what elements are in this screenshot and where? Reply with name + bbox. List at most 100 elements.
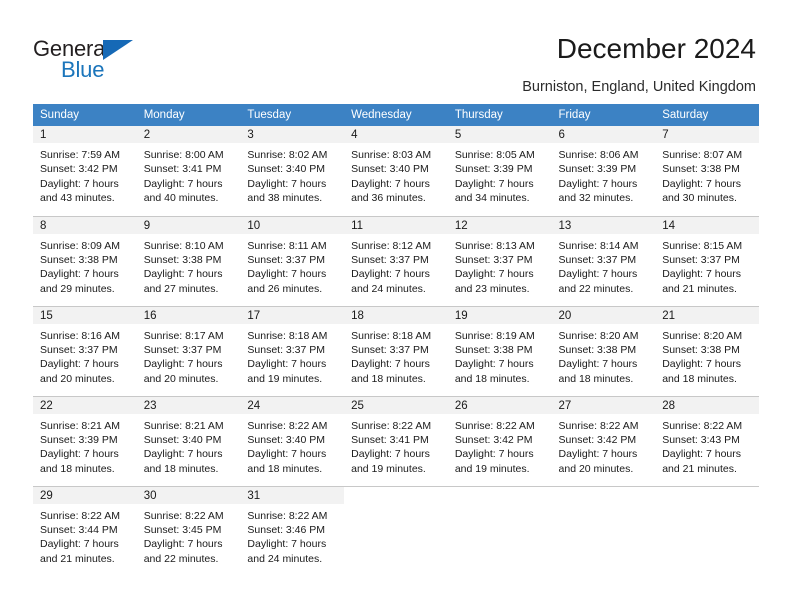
calendar-day-cell[interactable]: 17 Sunrise: 8:18 AM Sunset: 3:37 PM Dayligh… xyxy=(240,305,345,396)
calendar-day-cell[interactable]: 27 Sunrise: 8:22 AM Sunset: 3:42 PM Dayligh… xyxy=(551,395,656,486)
day-cell-inner xyxy=(551,486,656,576)
sunrise-text: Sunrise: 8:06 AM xyxy=(558,149,639,161)
weekday-header-saturday: Saturday xyxy=(655,104,759,126)
weekday-header-friday: Friday xyxy=(551,104,656,126)
sunrise-text: Sunrise: 8:16 AM xyxy=(40,329,120,342)
calendar-day-cell[interactable]: 9 Sunrise: 8:10 AM Sunset: 3:38 PM Daylight… xyxy=(136,215,241,306)
calendar-day-cell[interactable]: 8 Sunrise: 8:09 AM Sunset: 3:38 PM Daylight… xyxy=(33,215,137,306)
day-info: Sunrise: 8:18 AM Sunset: 3:37 PM Daylight:… xyxy=(240,324,344,387)
logo-text-blue: Blue xyxy=(61,57,105,82)
calendar-day-cell[interactable]: 25 Sunrise: 8:22 AM Sunset: 3:41 PM Dayligh… xyxy=(344,395,448,486)
daylight-text-line1: Daylight: 7 hours xyxy=(454,268,534,281)
calendar-day-cell[interactable]: 3 Sunrise: 8:02 AM Sunset: 3:40 PM Daylight… xyxy=(240,126,345,216)
calendar-day-cell[interactable]: 20 Sunrise: 8:20 AM Sunset: 3:38 PM Dayligh… xyxy=(551,305,656,396)
calendar-day-cell[interactable]: 31 Sunrise: 8:22 AM Sunset: 3:46 PM Dayligh… xyxy=(240,485,345,576)
calendar-day-cell[interactable]: 22 Sunrise: 8:21 AM Sunset: 3:39 PM Dayligh… xyxy=(33,395,137,486)
day-number: 3 xyxy=(240,126,345,143)
sunrise-text: Sunrise: 8:22 AM xyxy=(247,509,328,522)
day-info: Sunrise: 8:06 AM Sunset: 3:39 PM Daylight:… xyxy=(552,143,656,206)
daylight-text-line2: and 36 minutes. xyxy=(351,192,426,205)
page-header: General Blue December 2024 Burniston, En… xyxy=(0,0,792,100)
sunrise-text: Sunrise: 8:11 AM xyxy=(247,239,327,252)
day-info: Sunrise: 8:10 AM Sunset: 3:38 PM Daylight:… xyxy=(137,234,241,297)
day-number: 29 xyxy=(33,486,137,504)
daylight-text-line2: and 20 minutes. xyxy=(558,462,634,475)
daylight-text-line1: Daylight: 7 hours xyxy=(247,268,327,281)
daylight-text-line1: Daylight: 7 hours xyxy=(143,358,223,371)
sunrise-text: Sunrise: 8:22 AM xyxy=(662,419,743,432)
day-info: Sunrise: 8:03 AM Sunset: 3:40 PM Daylight:… xyxy=(344,143,448,206)
day-cell-inner: 17 Sunrise: 8:18 AM Sunset: 3:37 PM Dayligh… xyxy=(240,306,345,396)
day-cell-inner: 15 Sunrise: 8:16 AM Sunset: 3:37 PM Dayligh… xyxy=(33,306,137,396)
day-cell-inner: 26 Sunrise: 8:22 AM Sunset: 3:42 PM Dayligh… xyxy=(447,396,552,486)
day-info: Sunrise: 8:22 AM Sunset: 3:45 PM Daylight:… xyxy=(137,504,241,567)
calendar-page: General Blue December 2024 Burniston, En… xyxy=(0,0,792,612)
sunset-text: Sunset: 3:46 PM xyxy=(247,523,326,536)
day-cell-inner xyxy=(344,486,448,576)
daylight-text-line1: Daylight: 7 hours xyxy=(40,177,119,190)
daylight-text-line2: and 18 minutes. xyxy=(351,372,426,385)
daylight-text-line1: Daylight: 7 hours xyxy=(247,448,327,461)
calendar-day-cell[interactable]: 24 Sunrise: 8:22 AM Sunset: 3:40 PM Dayligh… xyxy=(240,395,345,486)
daylight-text-line1: Daylight: 7 hours xyxy=(558,177,638,190)
calendar-day-cell[interactable]: 1 Sunrise: 7:59 AM Sunset: 3:42 PM Daylight… xyxy=(33,126,137,216)
calendar-day-cell[interactable]: 13 Sunrise: 8:14 AM Sunset: 3:37 PM Dayligh… xyxy=(551,215,656,306)
calendar-day-cell[interactable]: 10 Sunrise: 8:11 AM Sunset: 3:37 PM Dayligh… xyxy=(240,215,345,306)
day-cell-inner xyxy=(655,486,759,576)
daylight-text-line1: Daylight: 7 hours xyxy=(143,538,223,551)
sunrise-text: Sunrise: 8:21 AM xyxy=(40,419,120,432)
daylight-text-line1: Daylight: 7 hours xyxy=(351,358,430,371)
daylight-text-line2: and 18 minutes. xyxy=(662,372,737,385)
day-info: Sunrise: 8:12 AM Sunset: 3:37 PM Daylight:… xyxy=(344,234,448,297)
daylight-text-line2: and 18 minutes. xyxy=(143,462,219,475)
day-number: 19 xyxy=(447,306,552,324)
calendar-day-cell[interactable]: 18 Sunrise: 8:18 AM Sunset: 3:37 PM Dayligh… xyxy=(344,305,448,396)
sunrise-text: Sunrise: 8:00 AM xyxy=(143,149,224,161)
calendar-day-cell[interactable]: 30 Sunrise: 8:22 AM Sunset: 3:45 PM Dayligh… xyxy=(136,485,241,576)
sunrise-text: Sunrise: 8:22 AM xyxy=(143,509,224,522)
daylight-text-line1: Daylight: 7 hours xyxy=(558,358,638,371)
calendar-day-cell[interactable]: 23 Sunrise: 8:21 AM Sunset: 3:40 PM Dayligh… xyxy=(136,395,241,486)
day-cell-inner: 3 Sunrise: 8:02 AM Sunset: 3:40 PM Daylight… xyxy=(240,126,345,215)
day-info: Sunrise: 8:00 AM Sunset: 3:41 PM Daylight:… xyxy=(137,143,241,206)
sunrise-text: Sunrise: 8:21 AM xyxy=(143,419,224,432)
day-cell-inner: 30 Sunrise: 8:22 AM Sunset: 3:45 PM Dayligh… xyxy=(136,486,241,576)
calendar-week-row: 8 Sunrise: 8:09 AM Sunset: 3:38 PM Daylight… xyxy=(33,215,759,306)
sunset-text: Sunset: 3:39 PM xyxy=(454,163,533,176)
daylight-text-line2: and 21 minutes. xyxy=(662,462,737,475)
day-number: 17 xyxy=(240,306,345,324)
daylight-text-line2: and 22 minutes. xyxy=(558,282,634,295)
calendar-day-cell[interactable]: 5 Sunrise: 8:05 AM Sunset: 3:39 PM Daylight… xyxy=(447,126,552,216)
daylight-text-line1: Daylight: 7 hours xyxy=(40,358,119,371)
daylight-text-line2: and 21 minutes. xyxy=(662,282,737,295)
calendar-cell-empty xyxy=(344,485,448,576)
sunset-text: Sunset: 3:37 PM xyxy=(351,343,429,356)
calendar-day-cell[interactable]: 2 Sunrise: 8:00 AM Sunset: 3:41 PM Daylight… xyxy=(136,126,241,216)
calendar-day-cell[interactable]: 7 Sunrise: 8:07 AM Sunset: 3:38 PM Daylight… xyxy=(655,126,759,216)
sunset-text: Sunset: 3:41 PM xyxy=(351,433,429,446)
calendar-day-cell[interactable]: 21 Sunrise: 8:20 AM Sunset: 3:38 PM Dayligh… xyxy=(655,305,759,396)
calendar-day-cell[interactable]: 26 Sunrise: 8:22 AM Sunset: 3:42 PM Dayligh… xyxy=(447,395,552,486)
sunset-text: Sunset: 3:42 PM xyxy=(454,433,533,446)
calendar-day-cell[interactable]: 6 Sunrise: 8:06 AM Sunset: 3:39 PM Daylight… xyxy=(551,126,656,216)
day-cell-inner: 24 Sunrise: 8:22 AM Sunset: 3:40 PM Dayligh… xyxy=(240,396,345,486)
calendar-day-cell[interactable]: 14 Sunrise: 8:15 AM Sunset: 3:37 PM Dayligh… xyxy=(655,215,759,306)
calendar-week-row: 15 Sunrise: 8:16 AM Sunset: 3:37 PM Dayligh… xyxy=(33,305,759,396)
calendar-day-cell[interactable]: 4 Sunrise: 8:03 AM Sunset: 3:40 PM Daylight… xyxy=(344,126,448,216)
daylight-text-line2: and 27 minutes. xyxy=(143,282,219,295)
sunset-text: Sunset: 3:39 PM xyxy=(40,433,118,446)
day-cell-inner: 10 Sunrise: 8:11 AM Sunset: 3:37 PM Dayligh… xyxy=(240,216,345,306)
calendar-day-cell[interactable]: 15 Sunrise: 8:16 AM Sunset: 3:37 PM Dayligh… xyxy=(33,305,137,396)
calendar-day-cell[interactable]: 19 Sunrise: 8:19 AM Sunset: 3:38 PM Dayligh… xyxy=(447,305,552,396)
daylight-text-line2: and 20 minutes. xyxy=(40,372,115,385)
day-number: 28 xyxy=(655,396,759,414)
calendar-day-cell[interactable]: 12 Sunrise: 8:13 AM Sunset: 3:37 PM Dayligh… xyxy=(447,215,552,306)
day-cell-inner: 21 Sunrise: 8:20 AM Sunset: 3:38 PM Dayligh… xyxy=(655,306,759,396)
calendar-day-cell[interactable]: 28 Sunrise: 8:22 AM Sunset: 3:43 PM Dayligh… xyxy=(655,395,759,486)
day-info: Sunrise: 8:22 AM Sunset: 3:43 PM Daylight:… xyxy=(655,414,759,477)
sunset-text: Sunset: 3:38 PM xyxy=(558,343,637,356)
calendar-day-cell[interactable]: 29 Sunrise: 8:22 AM Sunset: 3:44 PM Dayligh… xyxy=(33,485,137,576)
sunrise-text: Sunrise: 8:03 AM xyxy=(351,149,432,161)
calendar-day-cell[interactable]: 11 Sunrise: 8:12 AM Sunset: 3:37 PM Dayligh… xyxy=(344,215,448,306)
calendar-day-cell[interactable]: 16 Sunrise: 8:17 AM Sunset: 3:37 PM Dayligh… xyxy=(136,305,241,396)
